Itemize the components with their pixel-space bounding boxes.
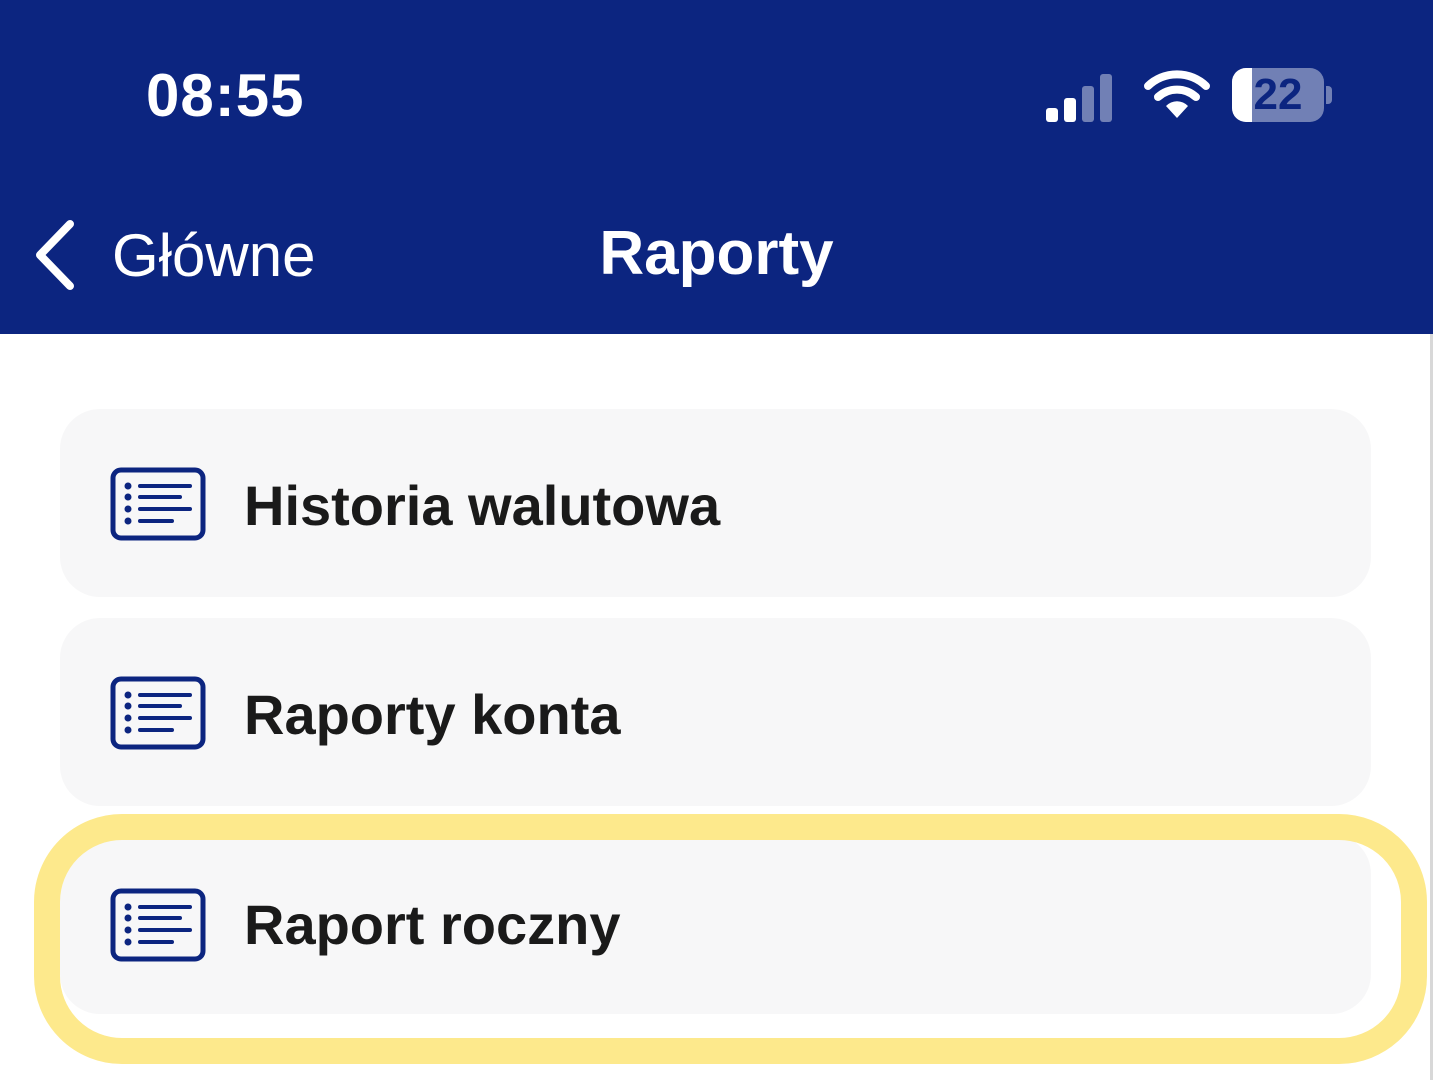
battery-body: 22 xyxy=(1232,68,1324,122)
menu-item-label: Raport roczny xyxy=(244,893,621,956)
battery-level: 22 xyxy=(1253,70,1303,119)
battery-tip xyxy=(1326,86,1332,104)
cellular-signal-icon xyxy=(1046,74,1112,122)
page-title: Raporty xyxy=(599,219,834,288)
status-icons: 22 xyxy=(1040,62,1340,132)
battery-indicator: 22 xyxy=(1232,66,1336,126)
menu-item-label: Historia walutowa xyxy=(244,474,721,537)
menu-item-label: Raporty konta xyxy=(244,683,621,746)
wifi-icon xyxy=(1144,70,1210,118)
list-icon xyxy=(110,676,206,750)
top-bar: 08:55 22 Główne Raporty xyxy=(0,0,1433,334)
status-time: 08:55 xyxy=(146,62,305,129)
menu-item-raport-roczny[interactable]: Raport roczny xyxy=(60,834,1371,1014)
menu-item-historia-walutowa[interactable]: Historia walutowa xyxy=(60,409,1371,597)
list-icon xyxy=(110,888,206,962)
list-icon xyxy=(110,467,206,541)
menu-item-raporty-konta[interactable]: Raporty konta xyxy=(60,618,1371,806)
